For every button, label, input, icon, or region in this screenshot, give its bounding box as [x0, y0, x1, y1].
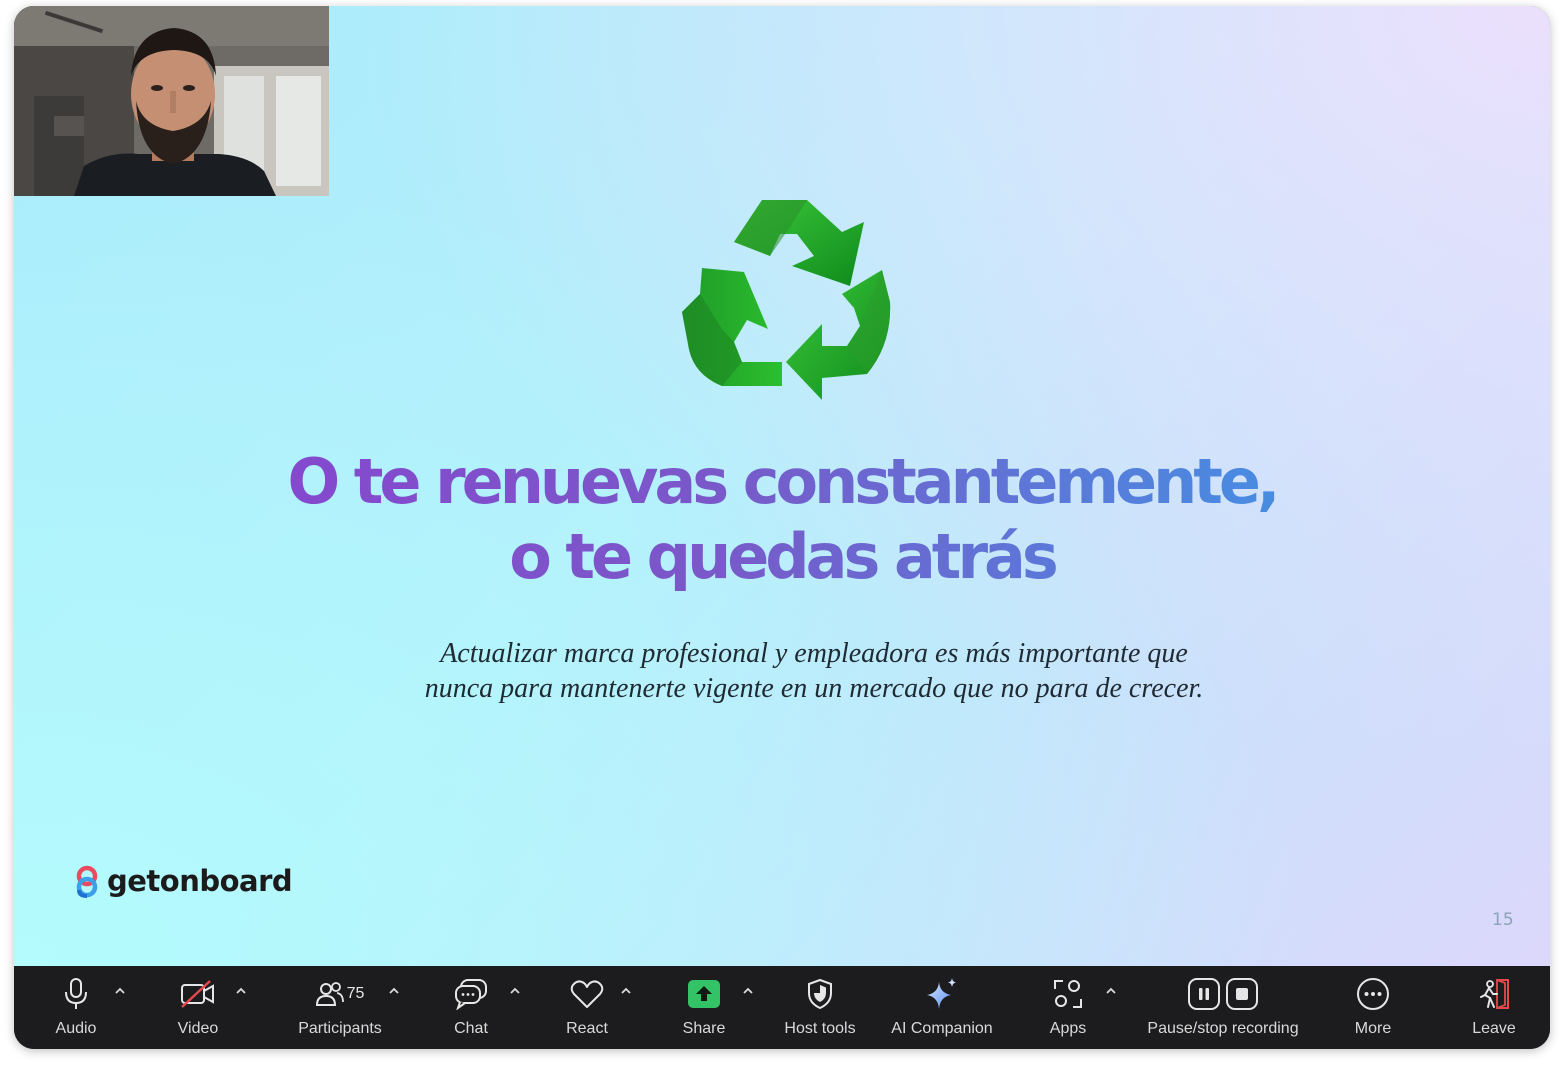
more-icon [1356, 976, 1390, 1012]
audio-label: Audio [55, 1020, 97, 1037]
slide-subtitle: Actualizar marca profesional y empleador… [314, 636, 1314, 706]
audio-options-chevron-up-icon[interactable] [113, 984, 127, 998]
slide-headline: O te renuevas constantemente, o te queda… [14, 444, 1550, 594]
ai-companion-label: AI Companion [891, 1020, 993, 1037]
slide-number: 15 [1492, 910, 1514, 930]
video-off-icon [180, 976, 216, 1012]
getonboard-logo: getonboard [75, 864, 293, 898]
apps-label: Apps [1049, 1020, 1087, 1037]
react-button[interactable]: React [557, 966, 617, 1049]
participants-label: Participants [298, 1020, 382, 1037]
share-options-chevron-up-icon[interactable] [741, 984, 755, 998]
subtitle-line-2: nunca para mantenerte vigente en un merc… [424, 673, 1204, 704]
react-label: React [566, 1020, 608, 1037]
host-tools-label: Host tools [784, 1020, 856, 1037]
more-label: More [1354, 1020, 1392, 1037]
react-options-chevron-up-icon[interactable] [619, 984, 633, 998]
ai-companion-button[interactable]: AI Companion [884, 966, 1000, 1049]
share-screen-icon [687, 976, 721, 1012]
headline-line-2: o te quedas atrás [509, 520, 1055, 593]
audio-button[interactable]: Audio [46, 966, 106, 1049]
subtitle-line-1: Actualizar marca profesional y empleador… [440, 638, 1188, 669]
participants-count: 75 [346, 985, 365, 1002]
chat-icon [454, 976, 488, 1012]
self-video-thumbnail[interactable] [14, 6, 329, 196]
leave-icon [1477, 976, 1511, 1012]
apps-icon [1052, 976, 1084, 1012]
video-button[interactable]: Video [168, 966, 228, 1049]
participants-button[interactable]: 75 Participants [290, 966, 390, 1049]
heart-icon [570, 976, 604, 1012]
recycle-icon [682, 200, 891, 400]
video-options-chevron-up-icon[interactable] [234, 984, 248, 998]
logo-text: getonboard [107, 864, 293, 898]
chat-options-chevron-up-icon[interactable] [508, 984, 522, 998]
shared-slide: O te renuevas constantemente, o te queda… [14, 6, 1550, 966]
share-label: Share [682, 1020, 726, 1037]
share-button[interactable]: Share [674, 966, 734, 1049]
meeting-toolbar: Audio Video 75 Participants Chat React S… [14, 966, 1550, 1049]
stop-recording-icon[interactable] [1225, 977, 1259, 1011]
participants-options-chevron-up-icon[interactable] [387, 984, 401, 998]
apps-options-chevron-up-icon[interactable] [1104, 984, 1118, 998]
chat-button[interactable]: Chat [441, 966, 501, 1049]
recording-label: Pause/stop recording [1147, 1020, 1299, 1037]
host-tools-button[interactable]: Host tools [778, 966, 862, 1049]
apps-button[interactable]: Apps [1038, 966, 1098, 1049]
more-button[interactable]: More [1343, 966, 1403, 1049]
recording-controls: Pause/stop recording [1138, 966, 1308, 1049]
getonboard-logo-mark [76, 865, 98, 898]
meeting-window: O te renuevas constantemente, o te queda… [14, 6, 1550, 1049]
shield-icon [806, 976, 834, 1012]
microphone-icon [63, 976, 89, 1012]
video-label: Video [177, 1020, 219, 1037]
sparkle-icon [924, 976, 960, 1012]
leave-label: Leave [1472, 1020, 1516, 1037]
participant-video-image [14, 6, 329, 196]
headline-line-1: O te renuevas constantemente, [287, 445, 1277, 518]
chat-label: Chat [454, 1020, 488, 1037]
leave-button[interactable]: Leave [1464, 966, 1524, 1049]
pause-recording-icon[interactable] [1187, 977, 1221, 1011]
participants-icon: 75 [315, 976, 365, 1012]
